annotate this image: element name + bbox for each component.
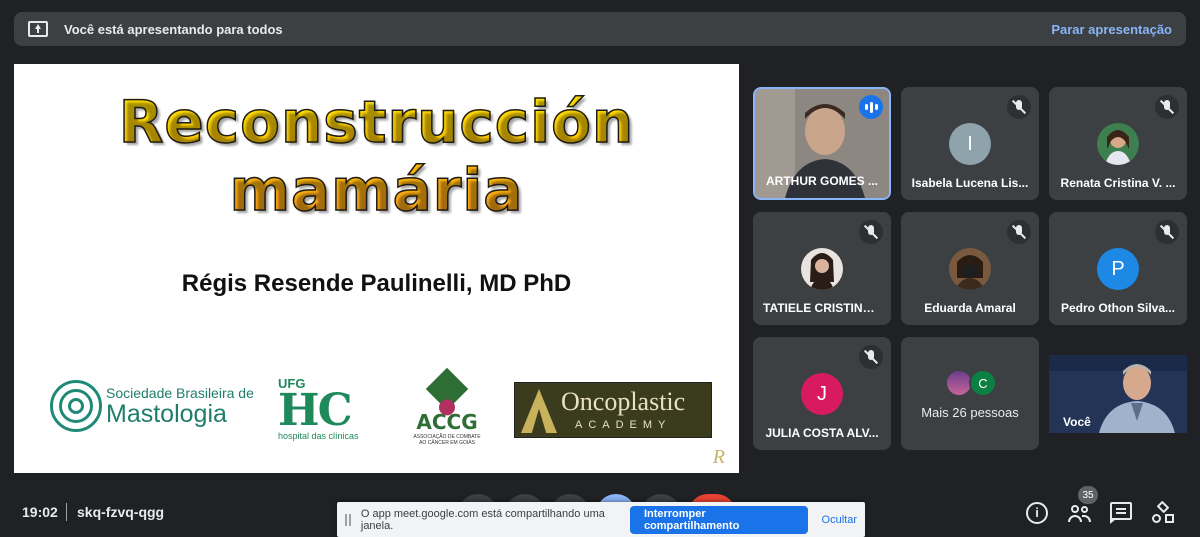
participant-tile-tatiele[interactable]: TATIELE CRISTINA...	[753, 212, 891, 325]
stop-presenting-button[interactable]: Parar apresentação	[1051, 22, 1172, 37]
participant-tile-eduarda[interactable]: Eduarda Amaral	[901, 212, 1039, 325]
people-count-badge: 35	[1078, 486, 1098, 504]
participant-name: JULIA COSTA ALV...	[765, 426, 879, 440]
presented-slide: Reconstrucción mamária Régis Resende Pau…	[14, 64, 739, 473]
chat-icon[interactable]	[1110, 502, 1132, 524]
hc-sub-text: hospital das clínicas	[278, 431, 359, 441]
participant-tile-renata[interactable]: Renata Cristina V. ...	[1049, 87, 1187, 200]
drag-handle-icon[interactable]	[345, 513, 351, 526]
more-participants-tile[interactable]: C Mais 26 pessoas	[901, 337, 1039, 450]
participant-name: Pedro Othon Silva...	[1060, 301, 1176, 315]
presenting-banner: Você está apresentando para todos Parar …	[14, 12, 1186, 46]
avatar: C	[969, 369, 997, 397]
meeting-code: skq-fzvq-qgg	[77, 504, 165, 520]
participant-name: ARTHUR GOMES ...	[765, 174, 878, 188]
participant-tile-arthur[interactable]: ARTHUR GOMES ...	[753, 87, 891, 200]
slide-corner-monogram-icon: R	[712, 446, 725, 468]
slide-title-line1: Reconstrucción	[118, 87, 635, 157]
presenting-text: Você está apresentando para todos	[64, 21, 283, 37]
sbm-logo-big-text: Mastologia	[106, 400, 227, 428]
sbm-logo-mark-icon	[50, 380, 102, 432]
activities-icon[interactable]	[1152, 500, 1174, 524]
info-icon[interactable]	[1026, 502, 1048, 524]
oncoplastic-mark-icon	[521, 389, 557, 433]
participant-tile-pedro[interactable]: P Pedro Othon Silva...	[1049, 212, 1187, 325]
participant-tile-julia[interactable]: J JULIA COSTA ALV...	[753, 337, 891, 450]
oncoplastic-sub: ACADEMY	[575, 419, 672, 431]
people-icon[interactable]	[1068, 502, 1091, 524]
ufg-hc-logo: UFG HC hospital das clínicas	[278, 376, 378, 441]
participant-name: Eduarda Amaral	[924, 301, 1016, 315]
sbm-logo-small-text: Sociedade Brasileira de	[106, 385, 254, 401]
avatar	[801, 248, 843, 290]
mic-muted-icon	[859, 345, 883, 369]
avatar	[1097, 123, 1139, 165]
mic-muted-icon	[1007, 95, 1031, 119]
slide-author: Régis Resende Paulinelli, MD PhD	[181, 270, 572, 297]
speaking-indicator-icon	[859, 95, 883, 119]
mic-muted-icon	[859, 220, 883, 244]
avatar	[949, 248, 991, 290]
avatar: I	[949, 123, 991, 165]
mic-muted-icon	[1007, 220, 1031, 244]
self-view-tile[interactable]: Você	[1049, 355, 1187, 433]
share-message: O app meet.google.com está compartilhand…	[360, 507, 605, 532]
slide-title-line2: mamária	[229, 155, 524, 225]
participant-name: Renata Cristina V. ...	[1060, 176, 1176, 190]
slide-title: Reconstrucción mamária	[14, 87, 739, 225]
present-screen-icon	[28, 21, 48, 37]
avatar: P	[1097, 248, 1139, 290]
hc-text: HC	[278, 385, 353, 436]
more-participants-avatars: C	[945, 369, 1005, 399]
clock: 19:02	[22, 504, 58, 520]
participant-tile-isabela[interactable]: I Isabela Lucena Lis...	[901, 87, 1039, 200]
more-participants-label: Mais 26 pessoas	[921, 405, 1019, 420]
avatar: J	[801, 373, 843, 415]
stop-sharing-button[interactable]: Interromper compartilhamento	[629, 505, 808, 534]
accg-mark-icon	[425, 367, 469, 411]
participant-name: TATIELE CRISTINA...	[763, 301, 881, 315]
accg-sub-text: ASSOCIAÇÃO DE COMBATE AO CÂNCER EM GOIÁS	[413, 434, 481, 446]
mic-muted-icon	[1155, 220, 1179, 244]
self-view-label: Você	[1063, 415, 1091, 429]
hide-notification-button[interactable]: Ocultar	[822, 514, 857, 526]
screen-share-notification: O app meet.google.com está compartilhand…	[337, 502, 865, 537]
oncoplastic-name: Oncoplastic	[561, 387, 686, 416]
divider	[66, 503, 67, 521]
accg-logo: ACCG ASSOCIAÇÃO DE COMBATE AO CÂNCER EM …	[412, 367, 482, 446]
mic-muted-icon	[1155, 95, 1179, 119]
sbm-logo: Sociedade Brasileira de Mastologia	[50, 380, 254, 432]
oncoplastic-academy-logo: Oncoplastic ACADEMY	[514, 382, 712, 438]
participant-name: Isabela Lucena Lis...	[911, 176, 1029, 190]
